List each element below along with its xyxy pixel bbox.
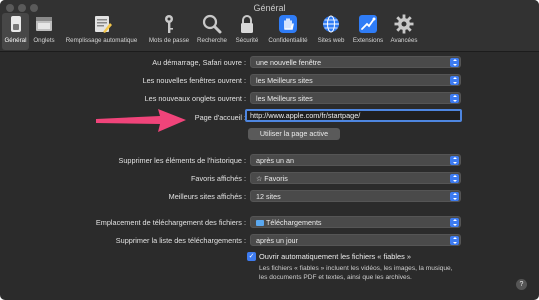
window-title: Général bbox=[253, 3, 286, 13]
startup-label: Au démarrage, Safari ouvre : bbox=[152, 58, 246, 67]
chevron-updown-icon bbox=[450, 76, 459, 85]
top-sites-popup[interactable]: 12 sites bbox=[250, 190, 461, 202]
use-current-page-button[interactable]: Utiliser la page active bbox=[248, 128, 340, 140]
tab-websites-label: Sites web bbox=[317, 37, 345, 44]
open-safe-files-checkbox[interactable]: ✓ bbox=[247, 252, 256, 261]
tab-websites[interactable]: Sites web bbox=[313, 13, 349, 50]
key-icon bbox=[165, 15, 173, 33]
chevron-updown-icon bbox=[450, 156, 459, 165]
chevron-updown-icon bbox=[450, 174, 459, 183]
toolbar: Général Général Onglets Remplissage auto… bbox=[0, 0, 539, 52]
checkmark-icon: ✓ bbox=[248, 253, 255, 260]
star-icon: ☆ bbox=[256, 176, 265, 183]
download-location-value: Téléchargements bbox=[266, 218, 322, 227]
chevron-updown-icon bbox=[450, 236, 459, 245]
new-windows-value: les Meilleurs sites bbox=[256, 76, 313, 85]
gear-icon bbox=[394, 14, 414, 34]
chevron-updown-icon bbox=[450, 94, 459, 103]
tab-autofill-label: Remplissage automatique bbox=[65, 37, 138, 44]
favorites-popup[interactable]: ☆ Favoris bbox=[250, 172, 461, 184]
tab-tabs-label: Onglets bbox=[33, 37, 55, 44]
history-popup[interactable]: après un an bbox=[250, 154, 461, 166]
history-label: Supprimer les éléments de l'historique : bbox=[118, 156, 246, 165]
tab-advanced[interactable]: Avancées bbox=[387, 13, 421, 50]
autofill-icon bbox=[94, 16, 112, 33]
new-tabs-label: Les nouveaux onglets ouvrent : bbox=[144, 94, 246, 103]
new-tabs-popup[interactable]: les Meilleurs sites bbox=[250, 92, 461, 104]
tab-privacy-label: Confidentialité bbox=[268, 37, 308, 44]
new-tabs-value: les Meilleurs sites bbox=[256, 94, 313, 103]
preferences-window: Général Général Onglets Remplissage auto… bbox=[0, 0, 539, 300]
tab-passwords-label: Mots de passe bbox=[148, 37, 190, 44]
puzzle-icon bbox=[359, 15, 377, 33]
tab-extensions-label: Extensions bbox=[352, 37, 384, 44]
tab-general-label: Général bbox=[4, 37, 27, 44]
download-location-popup[interactable]: Téléchargements bbox=[250, 216, 461, 228]
remove-downloads-popup[interactable]: après un jour bbox=[250, 234, 461, 246]
tab-privacy[interactable]: Confidentialité bbox=[264, 13, 312, 50]
download-location-label: Emplacement de téléchargement des fichie… bbox=[95, 218, 246, 227]
top-sites-value: 12 sites bbox=[256, 192, 281, 201]
tab-general[interactable]: Général bbox=[2, 13, 29, 50]
open-safe-files-label: Ouvrir automatiquement les fichiers « fi… bbox=[259, 252, 411, 261]
favorites-value: Favoris bbox=[264, 174, 288, 183]
globe-icon bbox=[323, 15, 339, 33]
tabs-icon bbox=[36, 17, 52, 31]
new-windows-popup[interactable]: les Meilleurs sites bbox=[250, 74, 461, 86]
tab-passwords[interactable]: Mots de passe bbox=[145, 13, 193, 50]
tab-tabs[interactable]: Onglets bbox=[30, 13, 58, 50]
top-sites-label: Meilleurs sites affichés : bbox=[168, 192, 246, 201]
startup-popup[interactable]: une nouvelle fenêtre bbox=[250, 56, 461, 68]
new-windows-label: Les nouvelles fenêtres ouvrent : bbox=[142, 76, 246, 85]
tab-advanced-label: Avancées bbox=[390, 37, 418, 44]
tab-search-label: Recherche bbox=[197, 37, 227, 44]
tab-autofill[interactable]: Remplissage automatique bbox=[59, 13, 144, 50]
annotation-arrow-icon bbox=[96, 109, 186, 132]
tab-security[interactable]: Sécurité bbox=[231, 13, 263, 50]
chevron-updown-icon bbox=[450, 192, 459, 201]
magnifier-icon bbox=[202, 14, 222, 34]
lock-icon bbox=[241, 15, 253, 33]
homepage-field[interactable]: http://www.apple.com/fr/startpage/ bbox=[245, 109, 462, 122]
history-value: après un an bbox=[256, 156, 294, 165]
hand-icon bbox=[279, 15, 297, 33]
general-switch-icon bbox=[10, 16, 21, 32]
help-button[interactable]: ? bbox=[516, 279, 527, 290]
folder-icon bbox=[256, 219, 264, 226]
remove-downloads-label: Supprimer la liste des téléchargements : bbox=[115, 236, 246, 245]
startup-value: une nouvelle fenêtre bbox=[256, 58, 322, 67]
homepage-label: Page d'accueil : bbox=[194, 113, 246, 122]
chevron-updown-icon bbox=[450, 58, 459, 67]
tab-security-label: Sécurité bbox=[235, 37, 259, 44]
favorites-label: Favoris affichés : bbox=[190, 174, 246, 183]
tab-extensions[interactable]: Extensions bbox=[350, 13, 386, 50]
open-safe-files-description: Les fichiers « fiables » incluent les vi… bbox=[259, 265, 453, 281]
remove-downloads-value: après un jour bbox=[256, 236, 298, 245]
tab-search[interactable]: Recherche bbox=[194, 13, 230, 50]
chevron-updown-icon bbox=[450, 218, 459, 227]
